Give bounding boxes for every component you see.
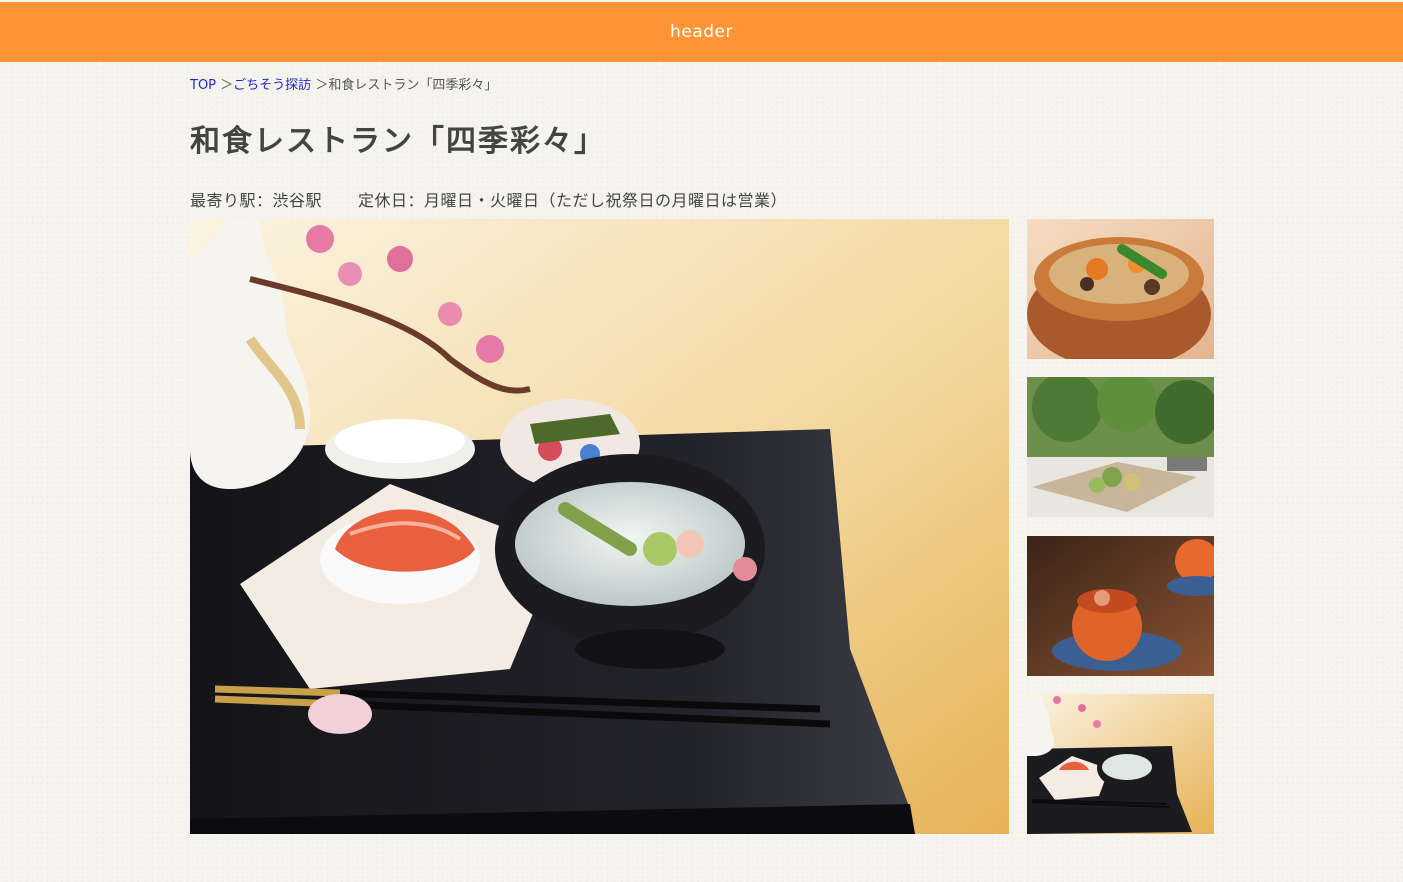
thumbnail-4[interactable] (1027, 694, 1214, 834)
thumbnail-2[interactable] (1027, 377, 1214, 517)
breadcrumb-current: 和食レストラン「四季彩々」 (328, 78, 498, 93)
breadcrumb: TOP ＞ごちそう探訪 ＞和食レストラン「四季彩々」 (190, 74, 497, 93)
closed-days: 定休日：月曜日・火曜日（ただし祝祭日の月曜日は営業） (358, 191, 788, 210)
page-title: 和食レストラン「四季彩々」 (190, 124, 606, 159)
main-photo (190, 219, 1009, 834)
breadcrumb-top-link[interactable]: TOP (190, 78, 216, 93)
breadcrumb-separator: ＞ (220, 78, 234, 93)
restaurant-info: 最寄り駅：渋谷駅 定休日：月曜日・火曜日（ただし祝祭日の月曜日は営業） (190, 187, 787, 211)
site-header: header (0, 2, 1403, 62)
thumbnail-3[interactable] (1027, 536, 1214, 676)
thumbnail-1[interactable] (1027, 219, 1214, 359)
header-label: header (670, 22, 733, 42)
breadcrumb-separator: ＞ (315, 78, 329, 93)
nearest-station: 最寄り駅：渋谷駅 (190, 191, 323, 210)
breadcrumb-gochisou-link[interactable]: ごちそう探訪 (233, 78, 311, 93)
